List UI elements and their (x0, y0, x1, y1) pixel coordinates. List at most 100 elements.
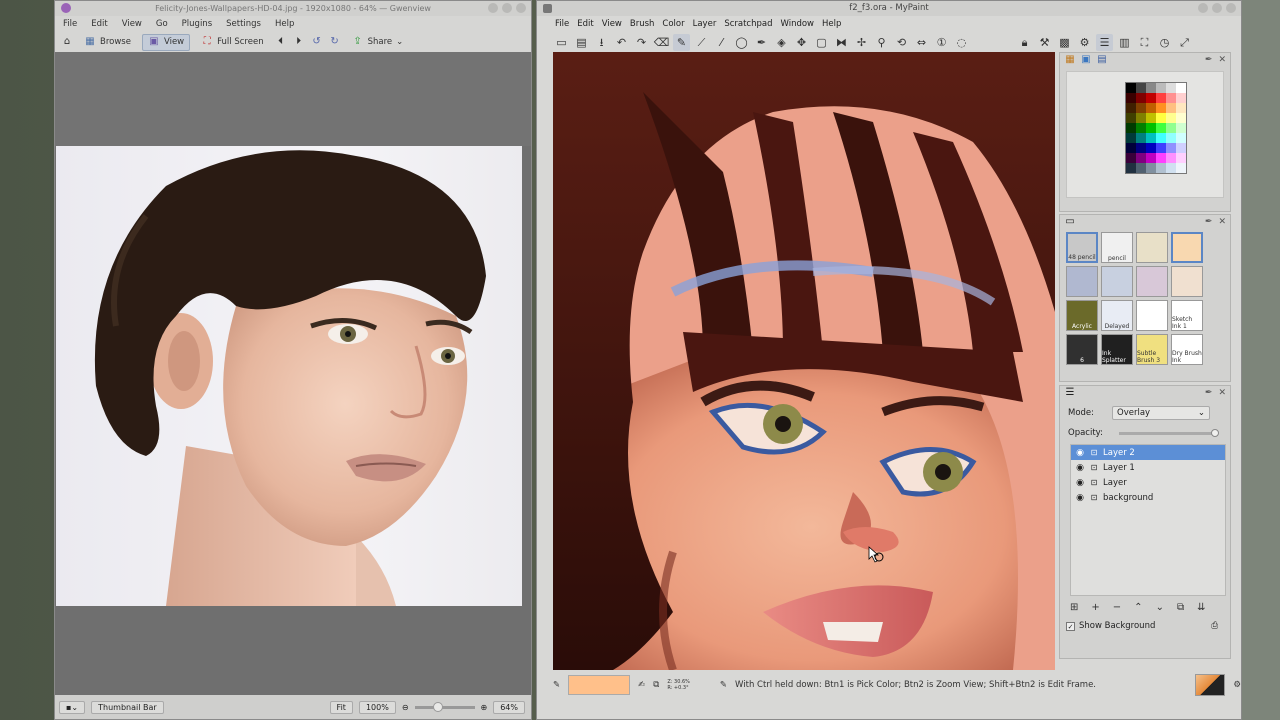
palette-swatch[interactable] (1136, 103, 1146, 113)
palette-swatch[interactable] (1126, 143, 1136, 153)
palette-swatch[interactable] (1146, 163, 1156, 173)
palette-swatch[interactable] (1136, 113, 1146, 123)
brush-preset[interactable]: Delayed (1101, 300, 1133, 331)
eraser-icon[interactable]: ⌫ (653, 34, 670, 51)
palette-swatch[interactable] (1146, 123, 1156, 133)
layer-row[interactable]: ◉ ⊡ Layer (1071, 475, 1225, 490)
zoom-in-icon[interactable]: ⊕ (481, 703, 488, 712)
menu-edit[interactable]: Edit (91, 16, 107, 32)
properties-icon[interactable]: ⎙ (1211, 621, 1218, 631)
palette-swatch[interactable] (1176, 123, 1186, 133)
home-icon[interactable]: ⌂ (61, 36, 73, 48)
share-button[interactable]: ⇪ Share ⌄ (347, 34, 409, 51)
brush-preview[interactable] (1195, 674, 1226, 696)
next-icon[interactable]: ⏵ (293, 36, 305, 48)
menu-help[interactable]: Help (822, 16, 841, 32)
palette-swatch[interactable] (1136, 93, 1146, 103)
gwenview-titlebar[interactable]: Felicity-Jones-Wallpapers-HD-04.jpg - 19… (55, 1, 531, 16)
palette-swatch[interactable] (1156, 133, 1166, 143)
palette-swatch[interactable] (1156, 123, 1166, 133)
palette-swatch[interactable] (1166, 163, 1176, 173)
brush-preset[interactable] (1136, 266, 1168, 297)
reset-zoom-icon[interactable]: ① (933, 34, 950, 51)
menu-plugins[interactable]: Plugins (182, 16, 212, 32)
color-palette[interactable] (1066, 71, 1224, 198)
brush-icon[interactable]: ⚒ (1036, 34, 1053, 51)
opacity-slider-handle[interactable] (1210, 428, 1219, 437)
palette-swatch[interactable] (1176, 103, 1186, 113)
minus-icon[interactable]: − (1113, 602, 1121, 613)
brush-preset[interactable]: Sketch Ink 1 (1171, 300, 1203, 331)
zoom-out-icon[interactable]: ⊖ (402, 703, 409, 712)
minimize-button[interactable] (1198, 3, 1208, 13)
palette-swatch[interactable] (1136, 83, 1146, 93)
plus-icon[interactable]: + (1091, 602, 1099, 613)
close-button[interactable] (516, 3, 526, 13)
palette-swatch[interactable] (1126, 113, 1136, 123)
color-wheel-tab-icon[interactable]: ▣ (1080, 54, 1092, 66)
menu-window[interactable]: Window (780, 16, 814, 32)
palette-swatch[interactable] (1176, 83, 1186, 93)
menu-edit[interactable]: Edit (577, 16, 593, 32)
palette-swatch[interactable] (1156, 93, 1166, 103)
palette-swatch[interactable] (1176, 113, 1186, 123)
previous-icon[interactable]: ⏴ (275, 36, 287, 48)
mode-select[interactable]: Overlay ⌄ (1112, 406, 1211, 420)
brush-preset[interactable] (1136, 300, 1168, 331)
fullscreen-button[interactable]: ⛶ Full Screen (196, 34, 268, 51)
menu-go[interactable]: Go (156, 16, 168, 32)
lock-icon[interactable]: ⊡ (1089, 463, 1099, 472)
pin-icon[interactable]: ✒ (1205, 55, 1213, 65)
palette-swatch[interactable] (1176, 153, 1186, 163)
pan-view-icon[interactable]: ✢ (853, 34, 870, 51)
menu-scratchpad[interactable]: Scratchpad (724, 16, 772, 32)
rotate-left-icon[interactable]: ↺ (311, 36, 323, 48)
close-icon[interactable]: ✕ (1218, 55, 1226, 65)
close-icon[interactable]: ✕ (1218, 217, 1226, 227)
symmetry-tool-icon[interactable]: ⧓ (833, 34, 850, 51)
eye-icon[interactable]: ◉ (1075, 448, 1085, 458)
color-icon[interactable]: ▩ (1056, 34, 1073, 51)
brush-preset[interactable]: Acrylic (1066, 300, 1098, 331)
lock-icon[interactable]: 🔒︎ (1016, 34, 1033, 51)
palette-swatch[interactable] (1166, 143, 1176, 153)
menu-layer[interactable]: Layer (693, 16, 717, 32)
palette-swatch[interactable] (1136, 123, 1146, 133)
palette-swatch[interactable] (1156, 103, 1166, 113)
palette-swatch[interactable] (1126, 83, 1136, 93)
zoom-value[interactable]: 64% (493, 700, 525, 714)
palette-swatch[interactable] (1146, 83, 1156, 93)
inking-tool-icon[interactable]: ⟋ (693, 34, 710, 51)
palette-swatch[interactable] (1156, 113, 1166, 123)
palette-tab-icon[interactable]: ▦ (1064, 54, 1076, 66)
palette-swatch[interactable] (1126, 153, 1136, 163)
merge-down-icon[interactable]: ⇊ (1197, 602, 1205, 613)
menu-brush[interactable]: Brush (630, 16, 655, 32)
palette-swatch-grid[interactable] (1125, 82, 1187, 174)
new-file-icon[interactable]: ▭ (553, 34, 570, 51)
layer-row[interactable]: ◉ ⊡ Layer 1 (1071, 460, 1225, 475)
redo-icon[interactable]: ↷ (633, 34, 650, 51)
palette-swatch[interactable] (1126, 133, 1136, 143)
palette-swatch[interactable] (1146, 143, 1156, 153)
close-icon[interactable]: ✕ (1218, 388, 1226, 398)
scratchpad-icon[interactable]: ⧉ (653, 680, 659, 690)
frame-tool-icon[interactable]: ▢ (813, 34, 830, 51)
eye-icon[interactable]: ◉ (1075, 478, 1085, 488)
mypaint-titlebar[interactable]: f2_f3.ora - MyPaint (537, 1, 1241, 16)
opacity-slider[interactable] (1118, 428, 1219, 437)
minimize-button[interactable] (488, 3, 498, 13)
brush-preset[interactable]: pencil (1101, 232, 1133, 263)
brush-preset[interactable] (1171, 266, 1203, 297)
brush-preset[interactable] (1171, 232, 1203, 263)
palette-swatch[interactable] (1176, 143, 1186, 153)
palette-swatch[interactable] (1156, 153, 1166, 163)
maximize-button[interactable] (1212, 3, 1222, 13)
menu-view[interactable]: View (122, 16, 142, 32)
open-file-icon[interactable]: ▤ (573, 34, 590, 51)
lock-icon[interactable]: ⊡ (1089, 448, 1099, 457)
layers-tab-icon[interactable]: ☰ (1064, 387, 1076, 399)
zoom-slider-handle[interactable] (432, 701, 443, 712)
rotate-view-icon[interactable]: ⟲ (893, 34, 910, 51)
pen-tool-icon[interactable]: ✒ (753, 34, 770, 51)
